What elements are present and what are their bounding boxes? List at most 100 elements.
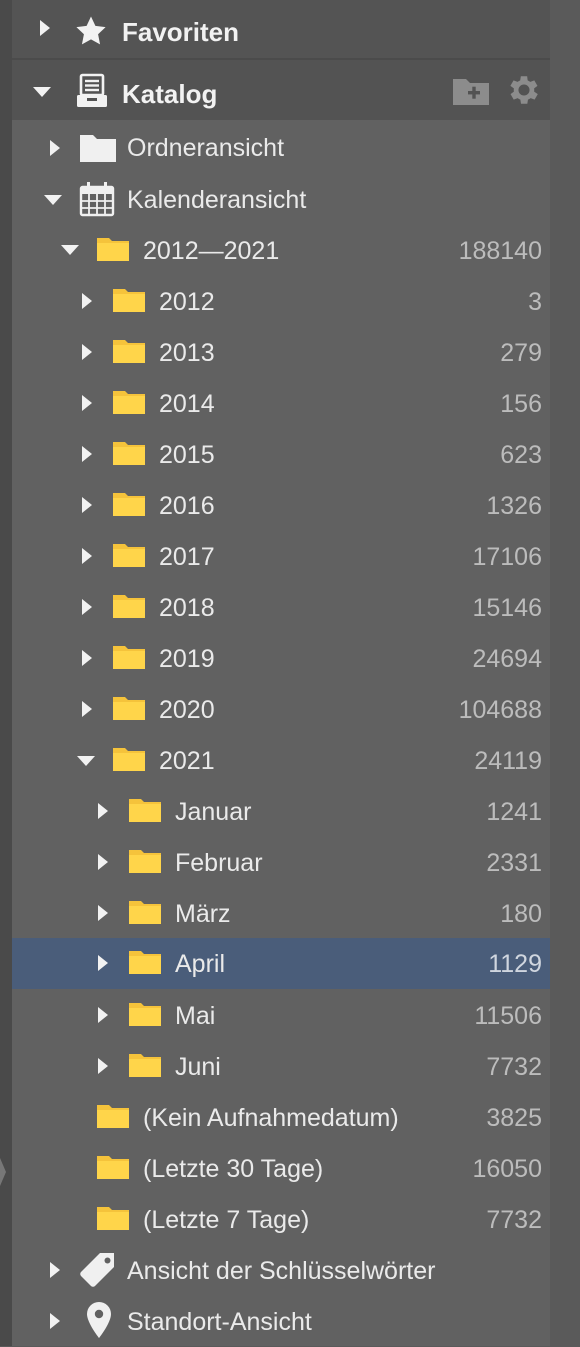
year-label: 2013 (159, 339, 215, 367)
expand-arrow-icon[interactable] (82, 650, 92, 666)
folder-view-label: Ordneransicht (127, 134, 285, 162)
tree-item-smart-folder[interactable]: (Letzte 7 Tage) 7732 (12, 1194, 550, 1245)
smart-folder-count: 3825 (486, 1104, 542, 1132)
year-count: 104688 (458, 696, 542, 724)
expand-arrow-icon[interactable] (50, 1313, 60, 1329)
tree-item-year[interactable]: 2019 24694 (12, 633, 550, 684)
folder-icon (97, 1207, 129, 1230)
folder-icon (113, 340, 145, 363)
folder-icon (113, 391, 145, 414)
folder-icon (113, 748, 145, 771)
year-count: 156 (500, 390, 542, 418)
tree-item-smart-folder[interactable]: (Kein Aufnahmedatum) 3825 (12, 1092, 550, 1143)
month-count: 1129 (488, 950, 542, 978)
star-icon (76, 16, 106, 45)
year-label: 2012 (159, 288, 215, 316)
folder-icon (113, 493, 145, 516)
expand-arrow-icon[interactable] (82, 548, 92, 564)
expand-arrow-icon[interactable] (98, 955, 108, 971)
collapse-arrow-icon[interactable] (61, 245, 79, 255)
keywords-view-label: Ansicht der Schlüsselwörter (127, 1257, 436, 1285)
folder-icon (97, 1156, 129, 1179)
tree-item-month-selected[interactable]: April 1129 (12, 938, 550, 989)
year-count: 15146 (472, 594, 542, 622)
year-label: 2014 (159, 390, 215, 418)
expand-arrow-icon[interactable] (82, 497, 92, 513)
gear-icon[interactable] (505, 71, 543, 109)
folder-icon (113, 697, 145, 720)
collapse-arrow-icon[interactable] (33, 87, 51, 97)
expand-arrow-icon[interactable] (98, 854, 108, 870)
tree-item-month[interactable]: Mai 11506 (12, 990, 550, 1041)
year-label: 2017 (159, 543, 215, 571)
expand-arrow-icon[interactable] (82, 293, 92, 309)
tree-item-year[interactable]: 2016 1326 (12, 480, 550, 531)
year-count: 3 (528, 288, 542, 316)
year-label: 2015 (159, 441, 215, 469)
year-count: 17106 (472, 543, 542, 571)
calendar-icon (79, 182, 115, 217)
panel-gutter (550, 0, 580, 1346)
month-count: 11506 (474, 1002, 542, 1030)
tree-item-month[interactable]: Februar 2331 (12, 837, 550, 888)
year-count: 279 (500, 339, 542, 367)
tree-item-smart-folder[interactable]: (Letzte 30 Tage) 16050 (12, 1143, 550, 1194)
tree-item-month[interactable]: Januar 1241 (12, 786, 550, 837)
folder-icon (113, 442, 145, 465)
month-label: März (175, 900, 231, 928)
folder-icon (97, 238, 129, 261)
location-pin-icon (87, 1302, 111, 1338)
collapse-arrow-icon[interactable] (77, 756, 95, 766)
tree-item-year[interactable]: 2015 623 (12, 429, 550, 480)
tree-item-month[interactable]: Juni 7732 (12, 1041, 550, 1092)
folder-icon (129, 1003, 161, 1026)
smart-folder-count: 16050 (472, 1155, 542, 1183)
year-count: 623 (500, 441, 542, 469)
year-label: 2020 (159, 696, 215, 724)
expand-arrow-icon[interactable] (98, 803, 108, 819)
tree-item-folder-view[interactable]: Ordneransicht (12, 123, 550, 174)
tree-item-year[interactable]: 2017 17106 (12, 531, 550, 582)
catalog-section-header[interactable]: Katalog (12, 60, 550, 120)
year-label: 2021 (159, 747, 215, 775)
add-folder-icon[interactable] (452, 75, 490, 107)
expand-arrow-icon[interactable] (50, 1262, 60, 1278)
collapse-arrow-icon[interactable] (44, 195, 62, 205)
expand-arrow-icon[interactable] (98, 1007, 108, 1023)
smart-folder-label: (Letzte 7 Tage) (143, 1206, 310, 1234)
expand-arrow-icon[interactable] (98, 1058, 108, 1074)
tree-item-location-view[interactable]: Standort-Ansicht (12, 1296, 550, 1347)
tree-item-year-2021[interactable]: 2021 24119 (12, 735, 550, 786)
favorites-section-header[interactable]: Favoriten (12, 0, 550, 60)
panel-collapse-handle[interactable] (0, 1158, 6, 1186)
tag-icon (80, 1253, 114, 1287)
month-count: 7732 (486, 1053, 542, 1081)
expand-arrow-icon[interactable] (82, 599, 92, 615)
expand-arrow-icon[interactable] (40, 20, 50, 36)
tree-item-month[interactable]: März 180 (12, 888, 550, 939)
catalog-label: Katalog (122, 79, 218, 109)
calendar-view-label: Kalenderansicht (127, 186, 307, 214)
expand-arrow-icon[interactable] (50, 140, 60, 156)
year-label: 2019 (159, 645, 215, 673)
tree-item-year[interactable]: 2012 3 (12, 276, 550, 327)
tree-item-keywords-view[interactable]: Ansicht der Schlüsselwörter (12, 1245, 550, 1296)
location-view-label: Standort-Ansicht (127, 1308, 312, 1336)
smart-folder-label: (Kein Aufnahmedatum) (143, 1104, 399, 1132)
expand-arrow-icon[interactable] (82, 446, 92, 462)
expand-arrow-icon[interactable] (82, 701, 92, 717)
year-count: 24694 (472, 645, 542, 673)
tree-item-year[interactable]: 2018 15146 (12, 582, 550, 633)
tree-item-year[interactable]: 2013 279 (12, 327, 550, 378)
tree-item-range[interactable]: 2012—2021 188140 (12, 225, 550, 276)
tree-item-calendar-view[interactable]: Kalenderansicht (12, 174, 550, 225)
year-count: 24119 (474, 747, 542, 775)
folder-icon (113, 289, 145, 312)
expand-arrow-icon[interactable] (82, 344, 92, 360)
range-count: 188140 (458, 237, 542, 265)
tree-item-year[interactable]: 2020 104688 (12, 684, 550, 735)
expand-arrow-icon[interactable] (98, 905, 108, 921)
tree-item-year[interactable]: 2014 156 (12, 378, 550, 429)
month-label: Februar (175, 849, 263, 877)
expand-arrow-icon[interactable] (82, 395, 92, 411)
